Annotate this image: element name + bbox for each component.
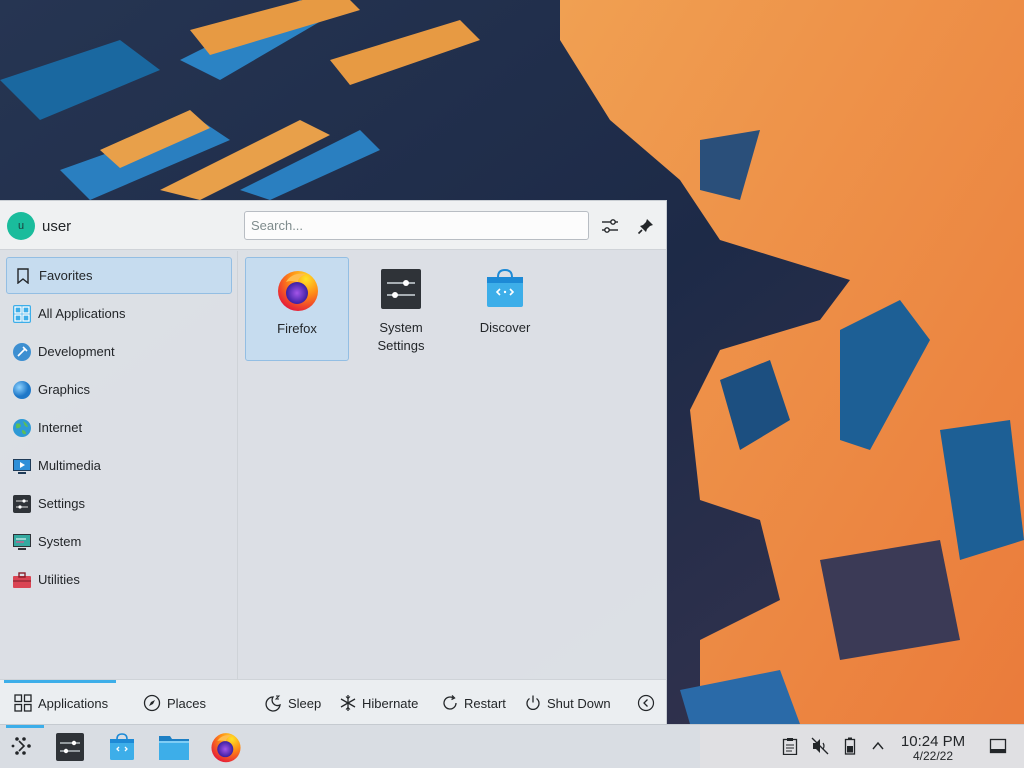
sleep-button[interactable]: Sleep	[265, 680, 321, 726]
category-development[interactable]: Development	[6, 333, 232, 370]
configure-button[interactable]	[598, 214, 622, 238]
multimedia-icon	[12, 456, 32, 476]
category-label: Settings	[38, 496, 85, 511]
clock-time[interactable]: 10:24 PM	[897, 733, 969, 750]
restart-icon	[441, 694, 459, 712]
tray-volume[interactable]	[809, 735, 831, 757]
category-label: Graphics	[38, 382, 91, 397]
globe-icon	[12, 418, 32, 438]
graphics-icon	[12, 380, 32, 400]
category-label: Utilities	[38, 572, 80, 587]
battery-icon	[844, 737, 856, 755]
category-label: Multimedia	[38, 458, 101, 473]
category-label: Internet	[38, 420, 83, 435]
firefox-icon	[278, 271, 318, 311]
category-sidebar: Favorites All Applications Development G…	[0, 251, 238, 679]
grid-icon	[12, 304, 32, 324]
chevron-left-icon	[637, 694, 655, 712]
compass-icon	[143, 694, 161, 712]
category-favorites[interactable]: Favorites	[6, 257, 232, 294]
launcher-header: u user	[0, 201, 666, 250]
category-label: Favorites	[39, 268, 93, 283]
category-label: Development	[38, 344, 115, 359]
folder-icon	[159, 736, 189, 760]
settings-icon	[12, 494, 32, 514]
restart-button[interactable]: Restart	[441, 680, 506, 726]
taskbar-system-settings[interactable]	[52, 729, 88, 765]
chevron-up-icon	[872, 741, 884, 750]
taskbar-discover[interactable]	[104, 729, 140, 765]
hibernate-button[interactable]: Hibernate	[339, 680, 418, 726]
app-tile-system-settings[interactable]: System Settings	[349, 257, 453, 361]
category-label: All Applications	[38, 306, 126, 321]
category-system[interactable]: System	[6, 523, 232, 560]
username: user	[42, 218, 72, 235]
app-label: Firefox	[277, 321, 317, 336]
application-launcher-menu: u user Favorites	[0, 200, 667, 725]
shut-down-button[interactable]: Shut Down	[524, 680, 611, 726]
kde-launcher-icon	[11, 737, 31, 755]
system-settings-icon	[381, 269, 421, 309]
taskbar: 10:24 PM 4/22/22	[0, 724, 1024, 768]
app-tile-firefox[interactable]: Firefox	[245, 257, 349, 361]
tray-clipboard[interactable]	[779, 735, 801, 757]
category-all-applications[interactable]: All Applications	[6, 295, 232, 332]
search-input[interactable]	[244, 211, 589, 240]
avatar[interactable]: u	[7, 212, 35, 240]
app-tile-discover[interactable]: Discover	[453, 257, 557, 361]
firefox-icon	[211, 733, 241, 763]
show-desktop-icon	[989, 738, 1007, 754]
development-icon	[12, 342, 32, 362]
category-multimedia[interactable]: Multimedia	[6, 447, 232, 484]
category-label: System	[38, 534, 82, 549]
tab-label: Places	[167, 695, 207, 711]
action-label: Shut Down	[547, 695, 611, 711]
category-internet[interactable]: Internet	[6, 409, 232, 446]
toolbox-icon	[12, 570, 32, 590]
more-actions-button[interactable]	[637, 680, 660, 726]
clock-date[interactable]: 4/22/22	[897, 749, 969, 763]
category-settings[interactable]: Settings	[6, 485, 232, 522]
pin-icon	[637, 219, 653, 235]
sliders-icon	[602, 219, 618, 233]
sleep-icon	[265, 694, 283, 712]
category-graphics[interactable]: Graphics	[6, 371, 232, 408]
bookmark-icon	[13, 266, 33, 286]
action-label: Sleep	[288, 695, 322, 711]
discover-icon	[487, 268, 523, 307]
tab-label: Applications	[38, 695, 109, 711]
clipboard-icon	[782, 738, 798, 755]
grid-icon	[14, 694, 32, 712]
taskbar-firefox[interactable]	[208, 729, 244, 765]
pin-button[interactable]	[634, 214, 658, 238]
system-settings-icon	[56, 733, 84, 761]
show-desktop-button[interactable]	[987, 735, 1009, 757]
snowflake-icon	[339, 694, 357, 712]
launcher-footer: Applications Places Sleep Hibernate Rest…	[0, 679, 666, 725]
discover-icon	[110, 733, 134, 760]
tray-battery[interactable]	[839, 735, 861, 757]
taskbar-dolphin-file-manager[interactable]	[156, 729, 192, 765]
tab-places[interactable]: Places	[143, 680, 206, 726]
app-label: Discover	[479, 320, 531, 335]
action-label: Hibernate	[362, 695, 419, 711]
action-label: Restart	[464, 695, 506, 711]
app-label: System Settings	[377, 320, 425, 353]
volume-muted-icon	[811, 737, 829, 755]
power-icon	[524, 694, 542, 712]
taskbar-application-launcher[interactable]	[4, 725, 44, 765]
system-icon	[12, 532, 32, 552]
tray-expander[interactable]	[867, 735, 889, 757]
category-utilities[interactable]: Utilities	[6, 561, 232, 598]
tab-applications[interactable]: Applications	[4, 680, 116, 726]
